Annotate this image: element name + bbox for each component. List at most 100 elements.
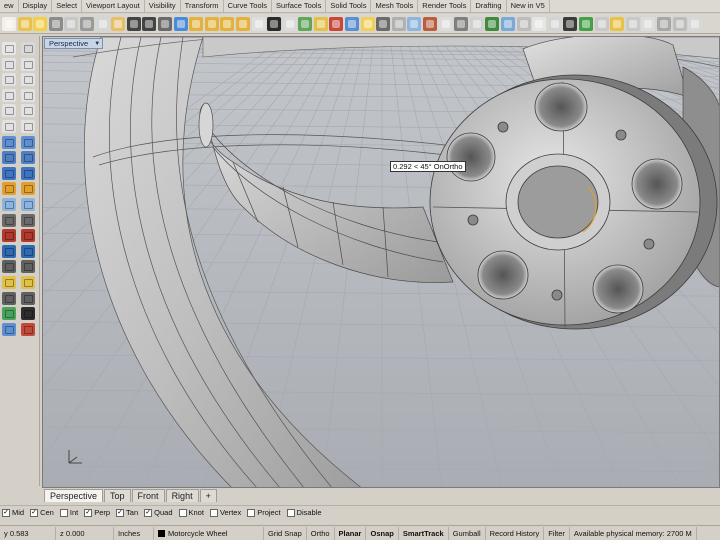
units-display[interactable]: Inches (114, 526, 154, 540)
mesh-icon[interactable] (2, 197, 16, 211)
render-icon[interactable] (485, 16, 500, 31)
rendered-icon[interactable] (423, 16, 438, 31)
osnap-checkbox[interactable] (247, 508, 256, 517)
polygon-icon[interactable] (21, 88, 35, 102)
new-file-icon[interactable] (2, 16, 16, 31)
plane-surface-icon[interactable] (2, 135, 16, 149)
toolbar-tab-select[interactable]: Select (52, 0, 83, 12)
pan-icon[interactable] (157, 16, 172, 31)
undo-view-icon[interactable] (251, 16, 266, 31)
gumball-toggle[interactable]: Gumball (449, 526, 486, 540)
analyze-icon[interactable] (2, 307, 16, 321)
info-icon[interactable] (688, 16, 703, 31)
rotate-icon[interactable] (2, 275, 16, 289)
osnap-quad[interactable]: ✓ Quad (144, 508, 173, 517)
current-layer[interactable]: Motorcycle Wheel (154, 526, 264, 540)
join-icon[interactable] (2, 244, 16, 258)
settings-icon[interactable] (672, 16, 687, 31)
explode-icon[interactable] (21, 244, 35, 258)
osnap-checkbox[interactable]: ✓ (2, 508, 10, 517)
filter-toggle[interactable]: Filter (544, 526, 570, 540)
open-folder-icon[interactable] (17, 16, 32, 31)
save-icon[interactable] (33, 16, 48, 31)
smarttrack-toggle[interactable]: SmartTrack (399, 526, 449, 540)
check-icon[interactable] (21, 307, 35, 321)
environment-icon[interactable] (563, 16, 578, 31)
curve-icon[interactable] (2, 104, 16, 118)
osnap-mid[interactable]: ✓ Mid (2, 508, 24, 517)
toolbar-tab-mesh-tools[interactable]: Mesh Tools (371, 0, 419, 12)
offset-curve-icon[interactable] (21, 119, 35, 133)
text-icon[interactable] (21, 213, 35, 227)
undo-icon[interactable] (126, 16, 141, 31)
osnap-checkbox[interactable] (286, 508, 295, 517)
point-icon[interactable] (21, 42, 35, 55)
ground-plane-icon[interactable] (578, 16, 593, 31)
osnap-toggle[interactable]: Osnap (366, 526, 399, 540)
redo-icon[interactable] (142, 16, 157, 31)
osnap-vertex[interactable]: Vertex (209, 508, 241, 517)
arc-icon[interactable] (21, 73, 35, 87)
wireframe-icon[interactable] (391, 16, 406, 31)
osnap-checkbox[interactable]: ✓ (30, 508, 39, 517)
layers-icon[interactable] (329, 16, 344, 31)
osnap-perp[interactable]: ✓ Perp (84, 508, 110, 517)
circle-icon[interactable] (2, 73, 16, 87)
record-history-toggle[interactable]: Record History (486, 526, 545, 540)
toolbar-tab-display[interactable]: Display (19, 0, 53, 12)
copy-icon[interactable] (95, 16, 110, 31)
toolbar-tab-viewport-layout[interactable]: Viewport Layout (82, 0, 145, 12)
lights-icon[interactable] (360, 16, 375, 31)
ellipse-icon[interactable] (2, 88, 16, 102)
scale-icon[interactable] (21, 275, 35, 289)
move-icon[interactable] (2, 260, 16, 274)
rotate-view-icon[interactable] (173, 16, 188, 31)
sun-icon[interactable] (610, 16, 625, 31)
grid-snap-icon[interactable] (2, 322, 16, 336)
render-preview-icon[interactable] (376, 16, 391, 31)
osnap-checkbox[interactable]: ✓ (84, 508, 93, 517)
options-icon[interactable] (501, 16, 515, 31)
zoom-extents-icon[interactable] (220, 16, 235, 31)
mesh-edit-icon[interactable] (21, 197, 35, 211)
osnap-checkbox[interactable] (178, 508, 187, 517)
viewport-tab-front[interactable]: Front (131, 489, 165, 502)
decal-icon[interactable] (641, 16, 656, 31)
osnap-tan[interactable]: ✓ Tan (116, 508, 138, 517)
zoom-icon[interactable] (189, 16, 204, 31)
osnap-disable[interactable]: Disable (286, 508, 322, 517)
toolbar-tab-drafting[interactable]: Drafting (471, 0, 507, 12)
cplane-icon[interactable] (298, 16, 313, 31)
object-properties-icon[interactable] (345, 16, 360, 31)
dimension-icon[interactable] (2, 213, 16, 227)
ortho-toggle[interactable]: Ortho (307, 526, 335, 540)
toolbar-tab-ew[interactable]: ew (0, 0, 19, 12)
print-icon[interactable] (48, 16, 63, 31)
osnap-project[interactable]: Project (247, 508, 281, 517)
ghosted-icon[interactable] (438, 16, 453, 31)
material-icon[interactable] (469, 16, 484, 31)
select-arrow-icon[interactable] (2, 42, 16, 55)
toolbar-tab-visibility[interactable]: Visibility (145, 0, 181, 12)
osnap-int[interactable]: Int (59, 508, 78, 517)
turntable-icon[interactable] (594, 16, 609, 31)
osnap-knot[interactable]: Knot (178, 508, 204, 517)
array-icon[interactable] (21, 291, 35, 305)
cylinder-icon[interactable] (2, 182, 16, 196)
toolbar-tab-new-in-v5[interactable]: New in V5 (507, 0, 550, 12)
trim-icon[interactable] (2, 229, 16, 243)
record-history-icon[interactable] (532, 16, 547, 31)
viewport-menu-arrow-icon[interactable]: ▼ (94, 40, 100, 49)
perspective-viewport[interactable]: Perspective ▼ 0.292 < 45° OnOrtho (42, 36, 720, 488)
select-all-icon[interactable] (313, 16, 328, 31)
shaded-icon[interactable] (407, 16, 422, 31)
freeform-icon[interactable] (21, 104, 35, 118)
osnap-cen[interactable]: ✓ Cen (30, 508, 54, 517)
viewport-tab-perspective[interactable]: Perspective (44, 489, 104, 502)
line-icon[interactable] (2, 57, 16, 71)
planar-toggle[interactable]: Planar (335, 526, 367, 540)
extrude-icon[interactable] (21, 135, 35, 149)
split-icon[interactable] (21, 229, 35, 243)
mirror-icon[interactable] (2, 291, 16, 305)
paste-icon[interactable] (111, 16, 126, 31)
